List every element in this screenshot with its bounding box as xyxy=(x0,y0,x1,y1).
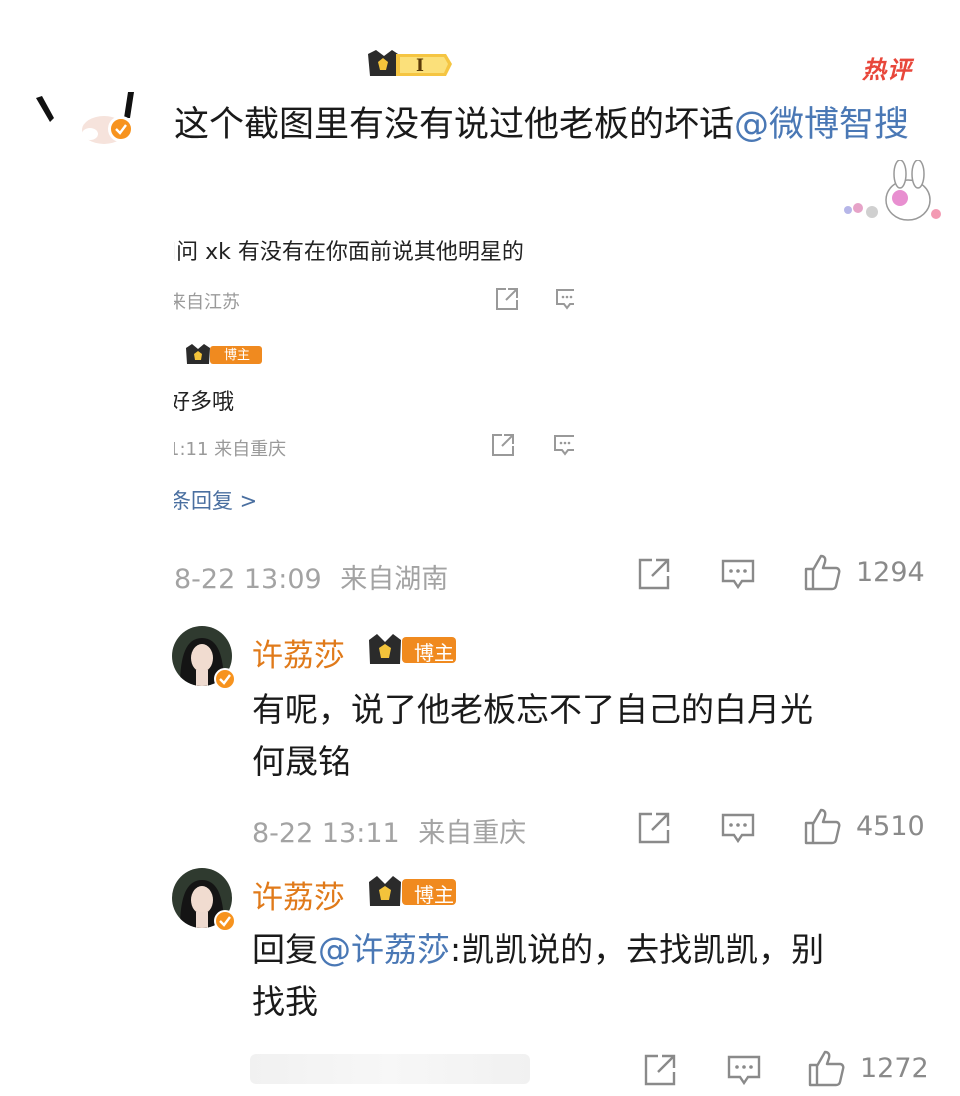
comment-time: 8-22 13:09 xyxy=(174,564,322,595)
comment-icon xyxy=(554,286,574,312)
screenshot-meta-1: 来自江苏 xyxy=(174,292,240,313)
screenshot-meta-2: 1:11 来自重庆 xyxy=(174,439,287,460)
comment-icon[interactable] xyxy=(726,1052,762,1088)
reply-text-line: 找我 xyxy=(252,982,318,1021)
reply-time: 8-22 13:11 xyxy=(252,818,400,849)
reply-text-line: 有呢，说了他老板忘不了自己的白月光 xyxy=(252,690,813,729)
share-icon xyxy=(490,432,516,458)
mention-link[interactable]: @许荔莎 xyxy=(318,930,450,969)
screenshot-question: l问 xk 有没有在你面前说其他明星的 xyxy=(174,240,524,265)
avatar[interactable] xyxy=(172,626,238,692)
like-count: 1294 xyxy=(856,557,925,588)
reply-text: 有呢，说了他老板忘不了自己的白月光 何晟铭 xyxy=(252,684,912,788)
username[interactable]: 许荔莎 xyxy=(252,872,345,917)
comment-timestamp: 8-22 13:09 来自湖南 xyxy=(174,557,448,596)
reply-prefix: 回复 xyxy=(252,930,318,969)
share-icon xyxy=(494,286,520,312)
reply-body: :凯凯说的，去找凯凯，别 xyxy=(450,930,825,969)
reply-text-line: 何晟铭 xyxy=(252,742,351,781)
like-icon[interactable] xyxy=(802,806,842,846)
comment-icon[interactable] xyxy=(720,556,756,592)
blogger-badge-label: 博主 xyxy=(224,348,251,363)
blogger-badge-label: 博主 xyxy=(414,883,454,907)
commenter-avatar[interactable] xyxy=(30,88,142,148)
like-count: 4510 xyxy=(856,811,925,842)
verified-icon xyxy=(108,116,134,142)
svg-text:I: I xyxy=(416,56,424,76)
comment-body: 这个截图里有没有说过他老板的坏话 xyxy=(174,105,735,145)
comment-icon[interactable] xyxy=(720,810,756,846)
screenshot-more-replies: 条回复 > xyxy=(174,489,258,513)
embedded-screenshot: l问 xk 有没有在你面前说其他明星的 来自江苏 博主 好多哦 1:11 来自重… xyxy=(174,232,574,522)
verified-icon xyxy=(214,668,236,690)
share-icon[interactable] xyxy=(642,1052,678,1088)
like-count: 1272 xyxy=(860,1053,929,1084)
reply-timestamp: 8-22 13:11 来自重庆 xyxy=(252,811,526,850)
comment-icon xyxy=(552,432,574,458)
mention-link[interactable]: @微博智搜 xyxy=(734,105,909,145)
like-icon[interactable] xyxy=(802,552,842,592)
bunny-sticker-icon xyxy=(838,159,942,230)
comment-location: 来自湖南 xyxy=(340,564,449,595)
comment-text: 这个截图里有没有说过他老板的坏话@微博智搜 xyxy=(174,98,914,152)
reply-location: 来自重庆 xyxy=(418,818,527,849)
reply-text-line: 回复@许荔莎:凯凯说的，去找凯凯，别 xyxy=(252,924,922,976)
blurred-timestamp xyxy=(250,1054,530,1084)
username[interactable]: 许荔莎 xyxy=(252,630,345,675)
hot-comment-tag: 热评 xyxy=(862,56,912,84)
screenshot-reply-text: 好多哦 xyxy=(174,390,235,415)
verified-icon xyxy=(214,910,236,932)
blogger-badge-label: 博主 xyxy=(414,641,454,665)
fan-level-badge: I xyxy=(366,48,452,80)
share-icon[interactable] xyxy=(636,810,672,846)
blogger-badge: 博主 xyxy=(368,874,458,908)
crown-icon: 博主 xyxy=(184,342,264,370)
avatar[interactable] xyxy=(172,868,238,934)
like-icon[interactable] xyxy=(806,1048,846,1088)
reply-text: 回复@许荔莎:凯凯说的，去找凯凯，别 找我 xyxy=(252,924,922,1028)
blogger-badge: 博主 xyxy=(368,632,458,666)
share-icon[interactable] xyxy=(636,556,672,592)
